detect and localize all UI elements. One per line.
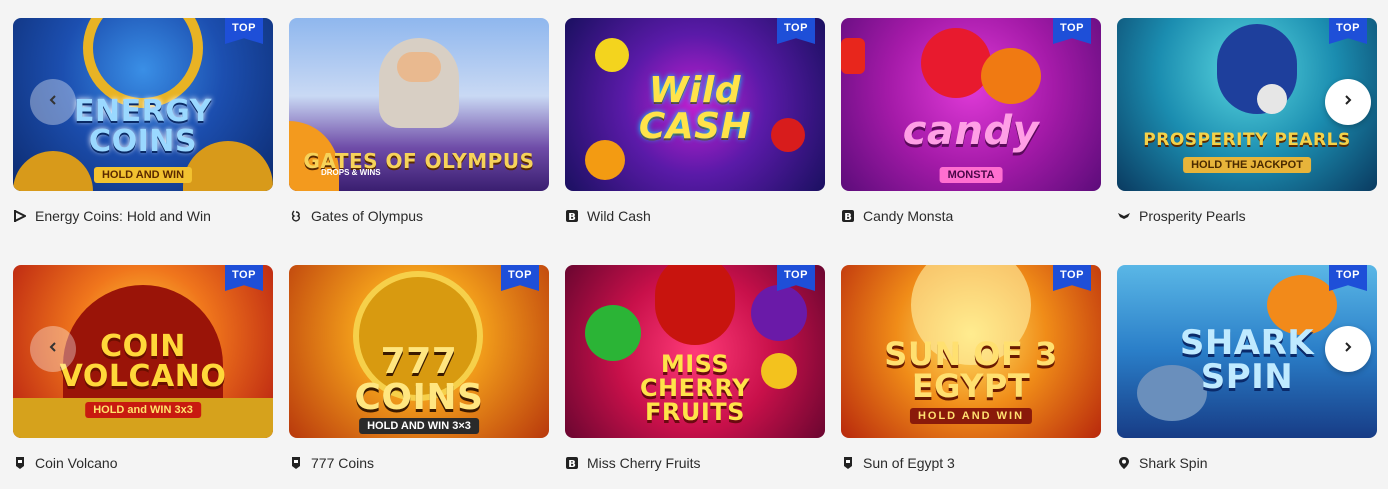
top-badge: TOP <box>501 265 539 291</box>
top-badge: TOP <box>1329 265 1367 291</box>
game-caption[interactable]: Sun of Egypt 3 <box>841 453 1101 473</box>
game-name[interactable]: Wild Cash <box>587 208 651 224</box>
game-name[interactable]: Sun of Egypt 3 <box>863 455 955 471</box>
games-row-2: COIN VOLCANO HOLD and WIN 3x3 TOP Coin V… <box>0 265 1388 485</box>
bgaming-icon: B <box>566 457 578 469</box>
game-art-subtitle: HOLD AND WIN <box>909 408 1033 424</box>
game-art-title: candy <box>902 108 1040 154</box>
chevron-right-icon <box>1342 340 1354 358</box>
game-thumbnail[interactable]: candy MONSTA TOP <box>841 18 1101 191</box>
top-badge: TOP <box>1053 18 1091 44</box>
shield-icon <box>290 457 302 469</box>
game-caption[interactable]: Shark Spin <box>1117 453 1377 473</box>
game-art-subtitle: MONSTA <box>939 167 1003 183</box>
game-thumbnail[interactable]: MISS CHERRY FRUITS TOP <box>565 265 825 438</box>
game-caption[interactable]: B Wild Cash <box>565 206 825 226</box>
game-art-subtitle: HOLD THE JACKPOT <box>1183 157 1311 173</box>
game-caption[interactable]: Energy Coins: Hold and Win <box>13 206 273 226</box>
bgaming-icon: B <box>566 210 578 222</box>
game-card[interactable]: MISS CHERRY FRUITS TOP B Miss Cherry Fru… <box>565 265 825 473</box>
game-card[interactable]: candy MONSTA TOP B Candy Monsta <box>841 18 1101 226</box>
game-art-subtitle: HOLD AND WIN 3×3 <box>359 418 479 434</box>
game-art-title: 777 COINS <box>354 341 484 418</box>
game-card[interactable]: 777 COINS HOLD AND WIN 3×3 TOP 777 Coins <box>289 265 549 473</box>
chevron-left-icon <box>47 93 59 111</box>
location-pin-icon <box>1118 457 1130 469</box>
game-name[interactable]: Miss Cherry Fruits <box>587 455 701 471</box>
game-name[interactable]: Energy Coins: Hold and Win <box>35 208 211 224</box>
carousel-next-button[interactable] <box>1325 79 1371 125</box>
top-badge: TOP <box>225 265 263 291</box>
top-badge: TOP <box>1053 265 1091 291</box>
game-name[interactable]: Candy Monsta <box>863 208 953 224</box>
game-card[interactable]: SUN OF 3 EGYPT HOLD AND WIN TOP Sun of E… <box>841 265 1101 473</box>
game-art-subtitle: HOLD AND WIN <box>93 167 193 183</box>
game-thumbnail[interactable]: GATES OF OLYMPUS DROPS & WINS <box>289 18 549 191</box>
svg-text:B: B <box>568 212 576 222</box>
top-badge: TOP <box>225 18 263 44</box>
game-art-title: MISS CHERRY FRUITS <box>639 350 751 426</box>
game-thumbnail[interactable]: SUN OF 3 EGYPT HOLD AND WIN TOP <box>841 265 1101 438</box>
chevron-right-icon <box>1342 93 1354 111</box>
shield-icon <box>14 457 26 469</box>
game-caption[interactable]: Gates of Olympus <box>289 206 549 226</box>
top-badge: TOP <box>1329 18 1367 44</box>
game-caption[interactable]: Coin Volcano <box>13 453 273 473</box>
svg-text:B: B <box>844 212 852 222</box>
game-card[interactable]: GATES OF OLYMPUS DROPS & WINS Gates of O… <box>289 18 549 226</box>
game-caption[interactable]: Prosperity Pearls <box>1117 206 1377 226</box>
carousel-prev-button[interactable] <box>30 79 76 125</box>
game-name[interactable]: 777 Coins <box>311 455 374 471</box>
chevron-left-icon <box>47 340 59 358</box>
game-caption[interactable]: 777 Coins <box>289 453 549 473</box>
game-art-title: PROSPERITY PEARLS <box>1143 130 1351 150</box>
play-triangle-icon <box>14 210 26 222</box>
game-name[interactable]: Gates of Olympus <box>311 208 423 224</box>
top-badge: TOP <box>777 18 815 44</box>
game-art-subtitle: DROPS & WINS <box>321 168 381 177</box>
game-caption[interactable]: B Miss Cherry Fruits <box>565 453 825 473</box>
bgaming-icon: B <box>842 210 854 222</box>
game-art-title: Wild CASH <box>638 70 752 147</box>
carousel-prev-button[interactable] <box>30 326 76 372</box>
carousel-next-button[interactable] <box>1325 326 1371 372</box>
game-name[interactable]: Prosperity Pearls <box>1139 208 1246 224</box>
game-name[interactable]: Shark Spin <box>1139 455 1207 471</box>
game-card[interactable]: Wild CASH TOP B Wild Cash <box>565 18 825 226</box>
games-row-1: ENERGY COINS HOLD AND WIN TOP Energy Coi… <box>0 18 1388 238</box>
game-thumbnail[interactable]: 777 COINS HOLD AND WIN 3×3 TOP <box>289 265 549 438</box>
pragmatic-icon <box>290 210 302 222</box>
svg-text:B: B <box>568 459 576 469</box>
game-caption[interactable]: B Candy Monsta <box>841 206 1101 226</box>
game-name[interactable]: Coin Volcano <box>35 455 118 471</box>
game-art-title: SUN OF 3 EGYPT <box>884 335 1058 405</box>
shield-icon <box>842 457 854 469</box>
wings-icon <box>1118 210 1130 222</box>
top-badge: TOP <box>777 265 815 291</box>
game-thumbnail[interactable]: Wild CASH TOP <box>565 18 825 191</box>
game-art-subtitle: HOLD and WIN 3x3 <box>85 402 201 418</box>
